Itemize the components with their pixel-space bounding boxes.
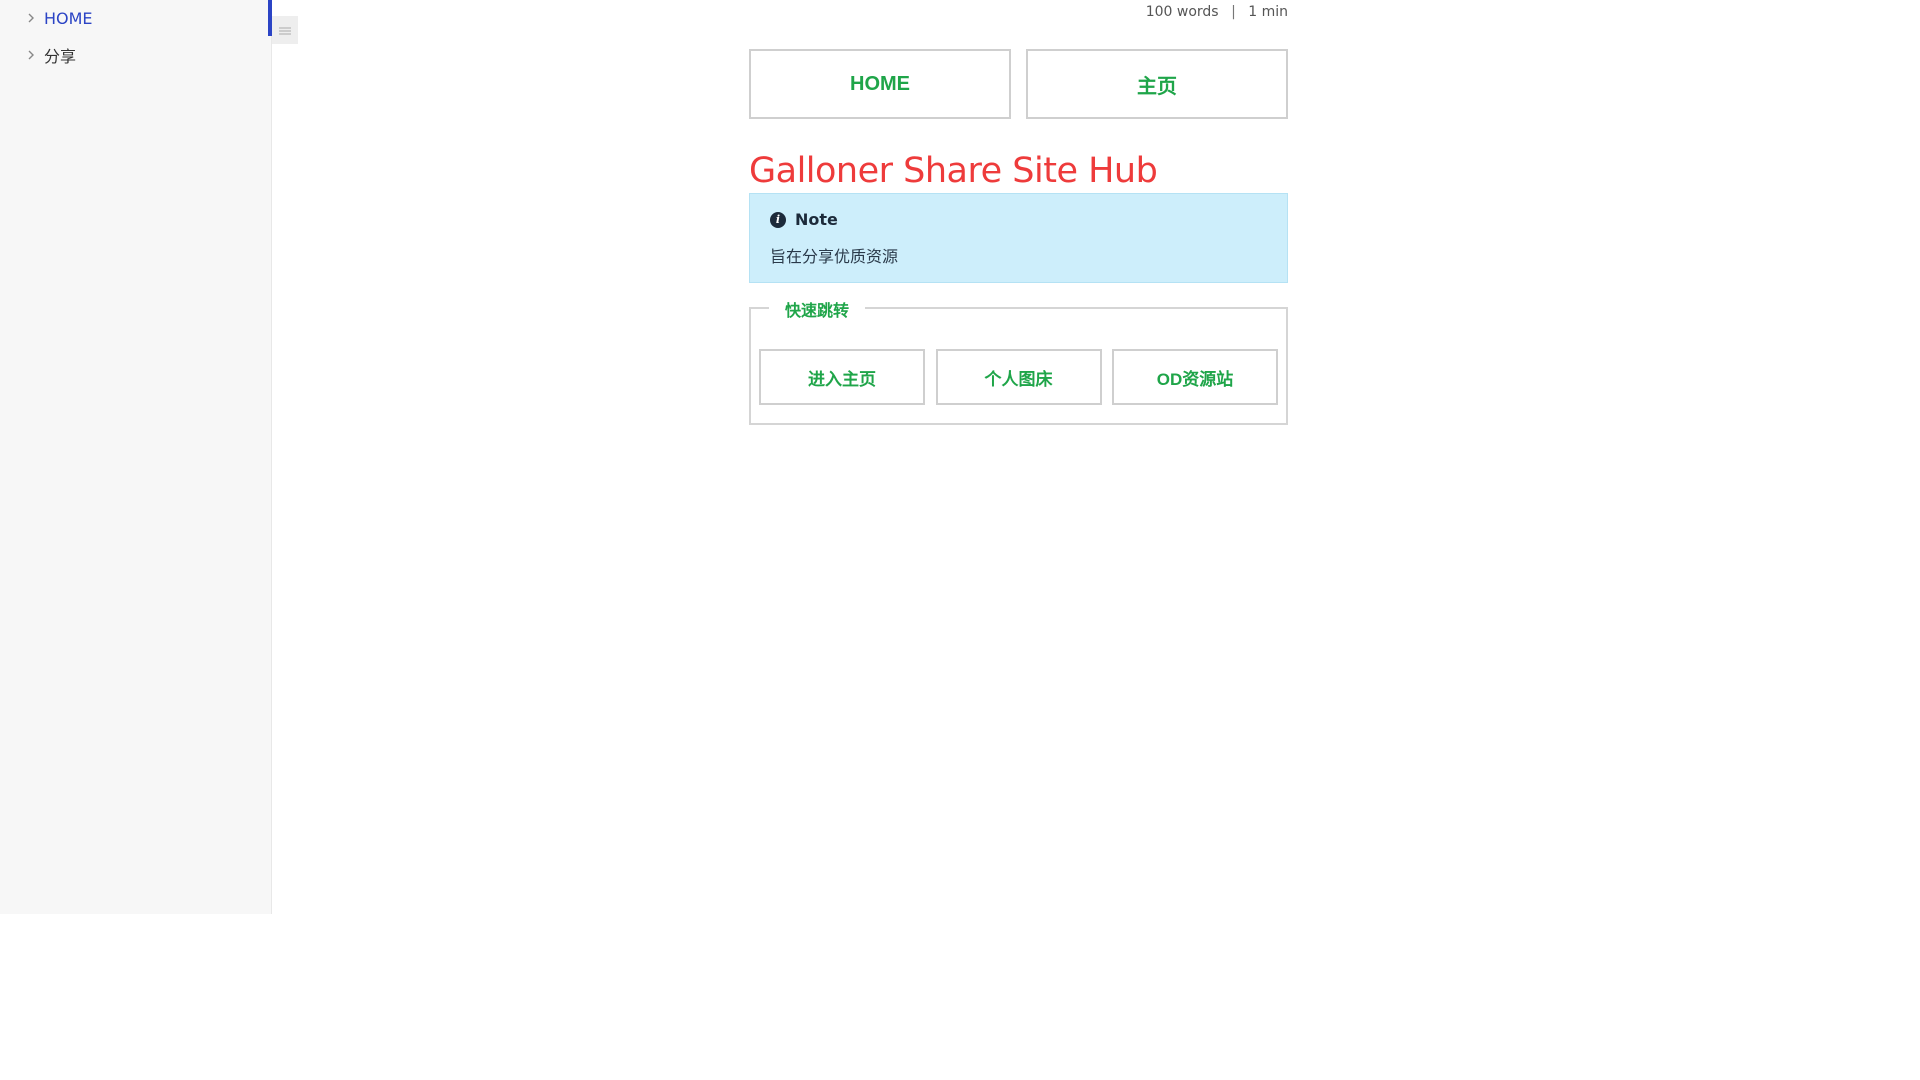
sidebar-item-label: HOME xyxy=(44,8,93,28)
quick-jump-buttons: 进入主页 个人图床 OD资源站 xyxy=(759,349,1278,405)
menu-icon xyxy=(279,21,291,40)
quick-jump-group: 快速跳转 进入主页 个人图床 OD资源站 xyxy=(749,297,1288,425)
enter-homepage-button[interactable]: 进入主页 xyxy=(759,349,925,405)
note-title: Note xyxy=(795,210,838,229)
homepage-button[interactable]: 主页 xyxy=(1026,49,1288,119)
meta-separator: | xyxy=(1231,4,1236,20)
note-callout: i Note 旨在分享优质资源 xyxy=(749,193,1288,283)
word-count: 100 words xyxy=(1145,4,1219,20)
od-resource-button[interactable]: OD资源站 xyxy=(1112,349,1278,405)
image-host-button[interactable]: 个人图床 xyxy=(935,349,1102,405)
sidebar: HOME 分享 xyxy=(0,0,272,914)
page-title: Galloner Share Site Hub xyxy=(749,151,1158,191)
note-header: i Note xyxy=(770,210,1267,229)
read-time: 1 min xyxy=(1248,4,1288,20)
sidebar-item-share[interactable]: 分享 xyxy=(24,40,76,70)
chevron-right-icon xyxy=(24,48,38,62)
sidebar-item-home[interactable]: HOME xyxy=(24,3,93,33)
article-meta: 100 words | 1 min xyxy=(1146,4,1288,20)
quick-jump-legend: 快速跳转 xyxy=(769,297,866,321)
chevron-right-icon xyxy=(24,11,38,25)
sidebar-item-label: 分享 xyxy=(44,47,77,66)
info-icon: i xyxy=(770,211,786,228)
sidebar-toggle-button[interactable] xyxy=(272,16,298,44)
main-content: HOME 主页 Galloner Share Site Hub i Note 旨… xyxy=(749,49,1288,425)
top-button-row: HOME 主页 xyxy=(749,49,1288,119)
home-button[interactable]: HOME xyxy=(749,49,1011,119)
note-body: 旨在分享优质资源 xyxy=(770,247,899,266)
